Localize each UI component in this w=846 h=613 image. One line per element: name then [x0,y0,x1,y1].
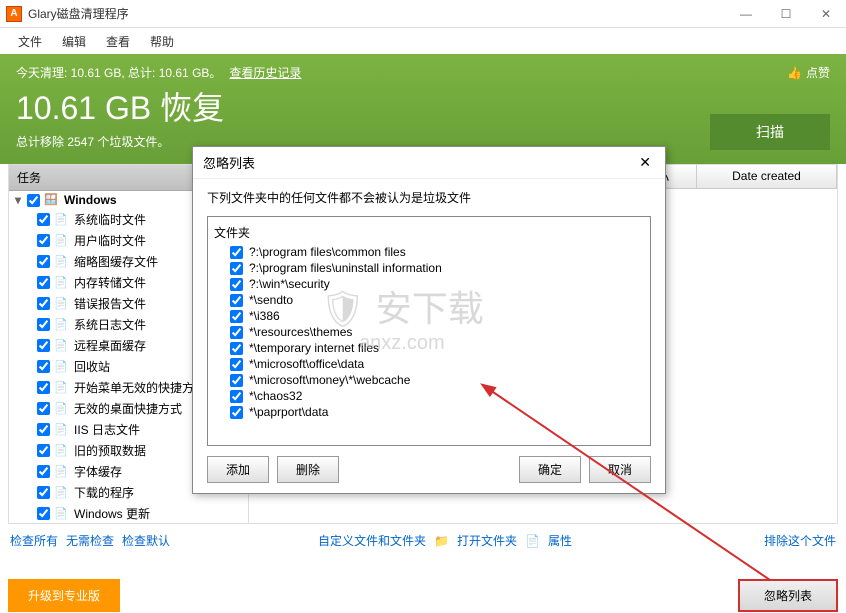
checkbox[interactable] [37,402,50,415]
titlebar: Glary磁盘清理程序 — ☐ ✕ [0,0,846,28]
checkbox[interactable] [37,339,50,352]
checkbox[interactable] [37,255,50,268]
item-icon: 📄 [54,234,70,248]
footer-links: 检查所有 无需检查 检查默认 自定义文件和文件夹 📁 打开文件夹 📄 属性 排除… [0,524,846,557]
custom-link[interactable]: 自定义文件和文件夹 [318,532,426,549]
ignore-item[interactable]: *\chaos32 [214,388,644,404]
exclude-link[interactable]: 排除这个文件 [764,532,836,549]
checkbox[interactable] [230,342,243,355]
item-icon: 📄 [54,360,70,374]
checkbox[interactable] [230,294,243,307]
item-icon: 📄 [54,339,70,353]
checkbox[interactable] [37,381,50,394]
checkbox[interactable] [230,262,243,275]
checkbox[interactable] [37,213,50,226]
item-icon: 📄 [54,318,70,332]
item-icon: 📄 [54,402,70,416]
upgrade-button[interactable]: 升级到专业版 [8,579,120,612]
banner-big: 10.61 GB 恢复 [16,83,830,129]
checkbox[interactable] [37,276,50,289]
checkbox[interactable] [37,486,50,499]
ignore-item[interactable]: *\microsoft\office\data [214,356,644,372]
menubar: 文件 编辑 查看 帮助 [0,28,846,54]
group-label: 文件夹 [214,221,644,244]
menu-edit[interactable]: 编辑 [52,29,96,54]
delete-button[interactable]: 删除 [277,456,339,483]
col-date[interactable]: Date created [697,165,837,188]
bottom-bar: 升级到专业版 忽略列表 [8,579,838,611]
ignore-item[interactable]: ?:\program files\common files [214,244,644,260]
ignore-item[interactable]: *\resources\themes [214,324,644,340]
checkbox[interactable] [37,360,50,373]
checkbox-windows[interactable] [27,194,40,207]
ignore-item[interactable]: *\sendto [214,292,644,308]
item-icon: 📄 [54,465,70,479]
dialog-close-button[interactable]: ✕ [635,154,655,171]
add-button[interactable]: 添加 [207,456,269,483]
dialog-titlebar: 忽略列表 ✕ [193,147,665,179]
folder-icon: 📁 [434,534,449,548]
open-folder-link[interactable]: 打开文件夹 [457,532,517,549]
checkbox[interactable] [37,444,50,457]
item-icon: 📄 [54,213,70,227]
ignore-item[interactable]: *\temporary internet files [214,340,644,356]
checkbox[interactable] [37,507,50,520]
checkbox[interactable] [37,465,50,478]
maximize-button[interactable]: ☐ [766,0,806,28]
item-icon: 📄 [54,381,70,395]
dialog-title: 忽略列表 [203,153,255,172]
minimize-button[interactable]: — [726,0,766,28]
checkbox[interactable] [230,310,243,323]
checkbox[interactable] [230,374,243,387]
cancel-button[interactable]: 取消 [589,456,651,483]
check-none-link[interactable]: 无需检查 [66,532,114,549]
windows-icon: 🪟 [44,193,60,207]
item-icon: 📄 [54,507,70,521]
app-icon [6,6,22,22]
ignore-item[interactable]: *\microsoft\money\*\webcache [214,372,644,388]
checkbox[interactable] [230,406,243,419]
ignore-item[interactable]: ?:\win*\security [214,276,644,292]
thumbs-up-icon: 👍 [787,66,802,80]
menu-help[interactable]: 帮助 [140,29,184,54]
props-link[interactable]: 属性 [548,532,572,549]
checkbox[interactable] [230,358,243,371]
checkbox[interactable] [230,390,243,403]
window-title: Glary磁盘清理程序 [28,5,726,22]
checkbox[interactable] [230,326,243,339]
ok-button[interactable]: 确定 [519,456,581,483]
scan-button[interactable]: 扫描 [710,114,830,150]
item-icon: 📄 [54,276,70,290]
tree-item[interactable]: 📄Windows 更新 [9,503,248,523]
item-icon: 📄 [54,486,70,500]
item-icon: 📄 [54,423,70,437]
ignore-item[interactable]: ?:\program files\uninstall information [214,260,644,276]
ignore-item[interactable]: *\i386 [214,308,644,324]
dialog-desc: 下列文件夹中的任何文件都不会被认为是垃圾文件 [207,189,651,206]
ignore-dialog: 忽略列表 ✕ 下列文件夹中的任何文件都不会被认为是垃圾文件 文件夹 ?:\pro… [192,146,666,494]
checkbox[interactable] [37,423,50,436]
check-default-link[interactable]: 检查默认 [122,532,170,549]
close-button[interactable]: ✕ [806,0,846,28]
item-icon: 📄 [54,444,70,458]
props-icon: 📄 [525,534,540,548]
check-all-link[interactable]: 检查所有 [10,532,58,549]
collapse-icon[interactable]: ▾ [15,193,27,207]
checkbox[interactable] [230,246,243,259]
checkbox[interactable] [37,234,50,247]
item-icon: 📄 [54,297,70,311]
banner-topline: 今天清理: 10.61 GB, 总计: 10.61 GB。 查看历史记录 [16,64,830,81]
history-link[interactable]: 查看历史记录 [229,64,301,81]
checkbox[interactable] [37,318,50,331]
item-icon: 📄 [54,255,70,269]
like-button[interactable]: 👍 点赞 [787,64,830,81]
menu-file[interactable]: 文件 [8,29,52,54]
ignore-listbox[interactable]: 文件夹 ?:\program files\common files?:\prog… [207,216,651,446]
ignore-list-button[interactable]: 忽略列表 [738,579,838,612]
checkbox[interactable] [37,297,50,310]
checkbox[interactable] [230,278,243,291]
menu-view[interactable]: 查看 [96,29,140,54]
ignore-item[interactable]: *\paprport\data [214,404,644,420]
